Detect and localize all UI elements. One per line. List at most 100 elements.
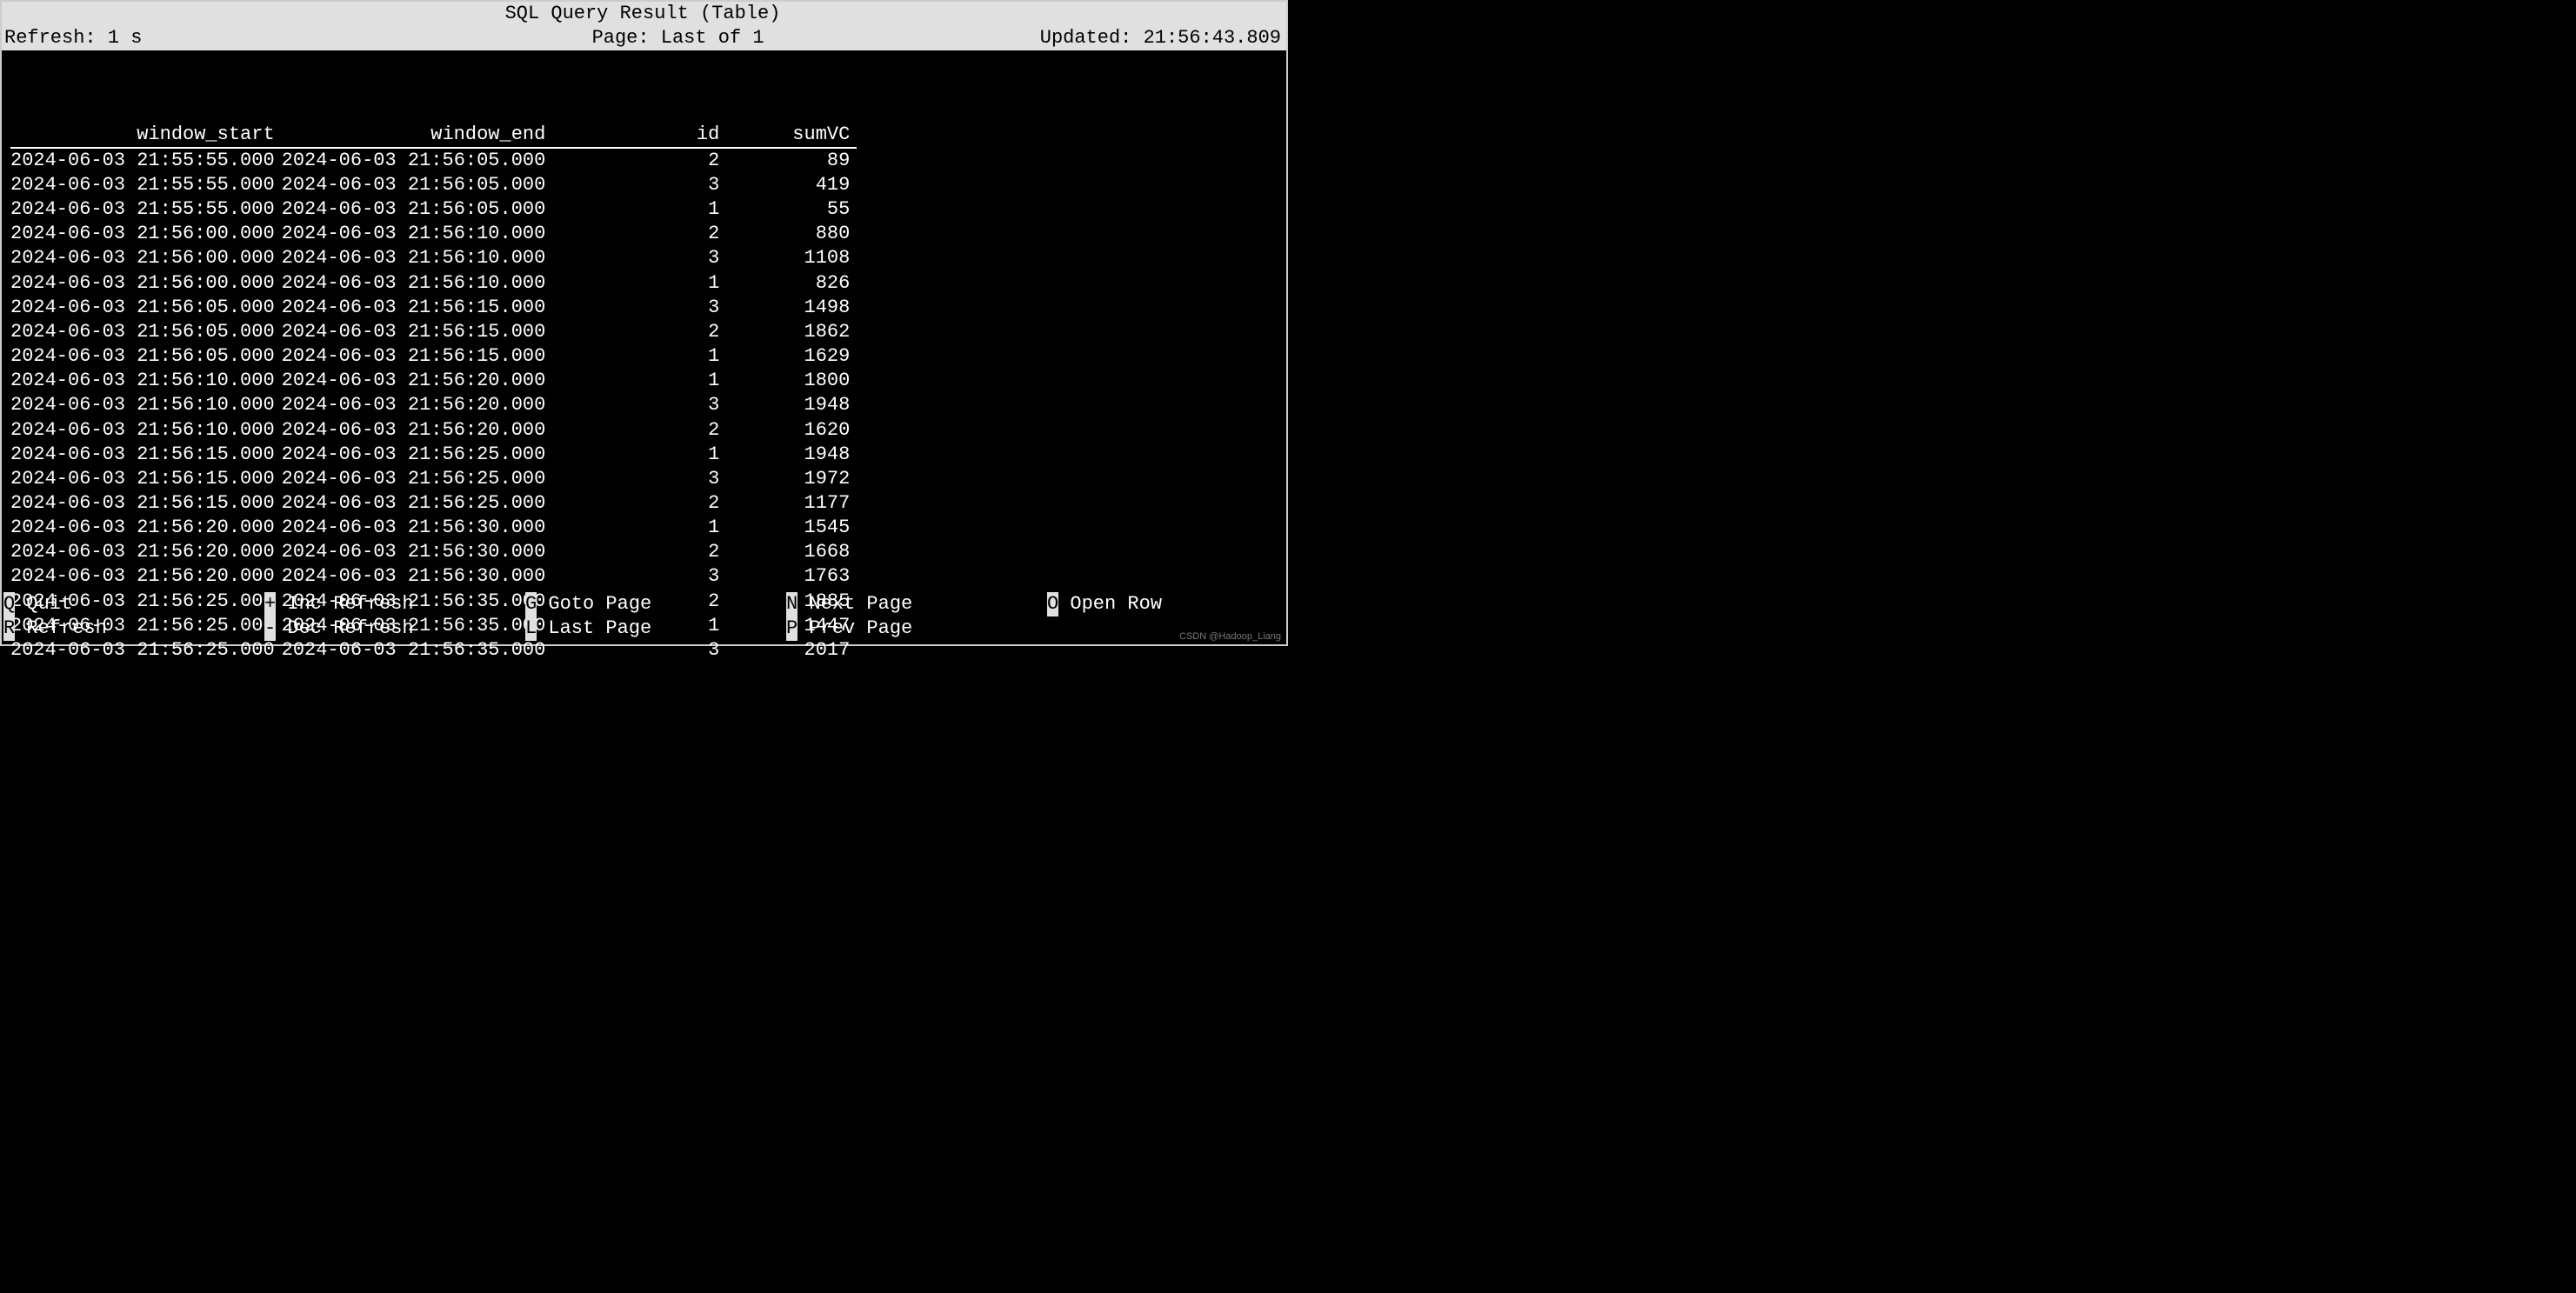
cell-window_start: 2024-06-03 21:56:15.000 — [10, 491, 282, 516]
table-row[interactable]: 2024-06-03 21:56:15.0002024-06-03 21:56:… — [10, 443, 857, 467]
header-status-row: Refresh: 1 s Page: Last of 1 Updated: 21… — [4, 26, 1281, 50]
cell-id: 2 — [552, 491, 726, 516]
cell-id: 1 — [552, 197, 726, 222]
table-row[interactable]: 2024-06-03 21:56:05.0002024-06-03 21:56:… — [10, 344, 857, 369]
cell-window_start: 2024-06-03 21:56:10.000 — [10, 393, 282, 417]
hotkey-key: - — [264, 617, 276, 641]
footer-row-1: Q Quit+ Inc RefreshG Goto PageN Next Pag… — [3, 592, 1285, 617]
updated-status: Updated: 21:56:43.809 — [1040, 26, 1281, 50]
hotkey-key: Q — [3, 592, 15, 617]
cell-id: 1 — [552, 516, 726, 540]
cell-sumVC: 2017 — [726, 638, 857, 663]
cell-id: 3 — [552, 467, 726, 491]
hotkey-key: + — [264, 592, 276, 617]
cell-id: 2 — [552, 418, 726, 443]
table-row[interactable]: 2024-06-03 21:55:55.0002024-06-03 21:56:… — [10, 148, 857, 173]
hotkey-label: Goto Page — [537, 593, 651, 615]
cell-id: 1 — [552, 344, 726, 369]
cell-window_start: 2024-06-03 21:56:20.000 — [10, 516, 282, 540]
cell-window_start: 2024-06-03 21:56:20.000 — [10, 540, 282, 564]
table-row[interactable]: 2024-06-03 21:55:55.0002024-06-03 21:56:… — [10, 173, 857, 197]
cell-sumVC: 419 — [726, 173, 857, 197]
cell-id: 3 — [552, 564, 726, 589]
table-row[interactable]: 2024-06-03 21:56:00.0002024-06-03 21:56:… — [10, 271, 857, 296]
table-row[interactable]: 2024-06-03 21:56:00.0002024-06-03 21:56:… — [10, 222, 857, 246]
cell-window_start: 2024-06-03 21:55:55.000 — [10, 148, 282, 173]
cell-sumVC: 1629 — [726, 344, 857, 369]
hotkey-open-row[interactable]: O Open Row — [1047, 592, 1308, 617]
cell-sumVC: 1800 — [726, 369, 857, 393]
hotkey-next-page[interactable]: N Next Page — [786, 592, 1047, 617]
table-row[interactable]: 2024-06-03 21:56:10.0002024-06-03 21:56:… — [10, 393, 857, 417]
cell-window_end: 2024-06-03 21:56:25.000 — [282, 491, 553, 516]
cell-window_start: 2024-06-03 21:56:05.000 — [10, 320, 282, 344]
table-row[interactable]: 2024-06-03 21:56:20.0002024-06-03 21:56:… — [10, 516, 857, 540]
col-header-window-end: window_end — [282, 123, 553, 148]
cell-window_end: 2024-06-03 21:56:05.000 — [282, 197, 553, 222]
cell-window_end: 2024-06-03 21:56:25.000 — [282, 467, 553, 491]
hotkey-label: Open Row — [1058, 593, 1162, 615]
cell-window_end: 2024-06-03 21:56:05.000 — [282, 173, 553, 197]
cell-window_start: 2024-06-03 21:56:05.000 — [10, 296, 282, 320]
cell-sumVC: 89 — [726, 148, 857, 173]
cell-window_start: 2024-06-03 21:56:00.000 — [10, 222, 282, 246]
table-row[interactable]: 2024-06-03 21:56:15.0002024-06-03 21:56:… — [10, 467, 857, 491]
hotkey-prev-page[interactable]: P Prev Page — [786, 617, 1047, 641]
hotkey-key: N — [786, 592, 797, 617]
table-row[interactable]: 2024-06-03 21:55:55.0002024-06-03 21:56:… — [10, 197, 857, 222]
cell-id: 1 — [552, 369, 726, 393]
cell-window_start: 2024-06-03 21:56:00.000 — [10, 246, 282, 270]
cell-sumVC: 1948 — [726, 393, 857, 417]
terminal-screen: SQL Query Result (Table) Refresh: 1 s Pa… — [0, 0, 1288, 646]
cell-window_end: 2024-06-03 21:56:15.000 — [282, 320, 553, 344]
hotkey-quit[interactable]: Q Quit — [3, 592, 264, 617]
col-header-id: id — [552, 123, 726, 148]
hotkey-key: G — [525, 592, 537, 617]
cell-window_start: 2024-06-03 21:56:10.000 — [10, 418, 282, 443]
hotkey-key: P — [786, 617, 797, 641]
cell-window_end: 2024-06-03 21:56:30.000 — [282, 540, 553, 564]
table-row[interactable]: 2024-06-03 21:56:20.0002024-06-03 21:56:… — [10, 540, 857, 564]
hotkey-goto-page[interactable]: G Goto Page — [525, 592, 786, 617]
table-row[interactable]: 2024-06-03 21:56:15.0002024-06-03 21:56:… — [10, 491, 857, 516]
cell-sumVC: 1862 — [726, 320, 857, 344]
table-row[interactable]: 2024-06-03 21:56:25.0002024-06-03 21:56:… — [10, 638, 857, 663]
table-row[interactable]: 2024-06-03 21:56:10.0002024-06-03 21:56:… — [10, 418, 857, 443]
table-row[interactable]: 2024-06-03 21:56:10.0002024-06-03 21:56:… — [10, 369, 857, 393]
cell-window_start: 2024-06-03 21:56:25.000 — [10, 638, 282, 663]
page-status: Page: Last of 1 — [142, 26, 1039, 50]
cell-sumVC: 1668 — [726, 540, 857, 564]
cell-window_start: 2024-06-03 21:56:05.000 — [10, 344, 282, 369]
hotkey-dec-refresh[interactable]: - Dec Refresh — [264, 617, 525, 641]
cell-window_start: 2024-06-03 21:56:15.000 — [10, 467, 282, 491]
hotkey-inc-refresh[interactable]: + Inc Refresh — [264, 592, 525, 617]
cell-window_end: 2024-06-03 21:56:05.000 — [282, 148, 553, 173]
cell-id: 2 — [552, 222, 726, 246]
cell-sumVC: 1948 — [726, 443, 857, 467]
hotkey-label: Inc Refresh — [276, 593, 413, 615]
cell-sumVC: 1498 — [726, 296, 857, 320]
cell-window_end: 2024-06-03 21:56:15.000 — [282, 344, 553, 369]
page-title: SQL Query Result (Table) — [4, 2, 1281, 26]
cell-id: 3 — [552, 393, 726, 417]
table-row[interactable]: 2024-06-03 21:56:20.0002024-06-03 21:56:… — [10, 564, 857, 589]
cell-id: 3 — [552, 296, 726, 320]
table-row[interactable]: 2024-06-03 21:56:05.0002024-06-03 21:56:… — [10, 320, 857, 344]
hotkey-label: Last Page — [537, 617, 651, 639]
cell-id: 2 — [552, 540, 726, 564]
hotkey-refresh[interactable]: R Refresh — [3, 617, 264, 641]
footer-row-2: R Refresh- Dec RefreshL Last PageP Prev … — [3, 617, 1285, 641]
cell-window_end: 2024-06-03 21:56:10.000 — [282, 246, 553, 270]
cell-sumVC: 1545 — [726, 516, 857, 540]
cell-window_end: 2024-06-03 21:56:30.000 — [282, 516, 553, 540]
cell-window_end: 2024-06-03 21:56:15.000 — [282, 296, 553, 320]
hotkey-last-page[interactable]: L Last Page — [525, 617, 786, 641]
table-row[interactable]: 2024-06-03 21:56:00.0002024-06-03 21:56:… — [10, 246, 857, 270]
col-header-window-start: window_start — [10, 123, 282, 148]
table-row[interactable]: 2024-06-03 21:56:05.0002024-06-03 21:56:… — [10, 296, 857, 320]
refresh-status: Refresh: 1 s — [4, 26, 142, 50]
cell-sumVC: 1620 — [726, 418, 857, 443]
footer-hotkeys: Q Quit+ Inc RefreshG Goto PageN Next Pag… — [2, 592, 1286, 641]
watermark: CSDN @Hadoop_Liang — [1179, 630, 1281, 643]
cell-id: 2 — [552, 148, 726, 173]
